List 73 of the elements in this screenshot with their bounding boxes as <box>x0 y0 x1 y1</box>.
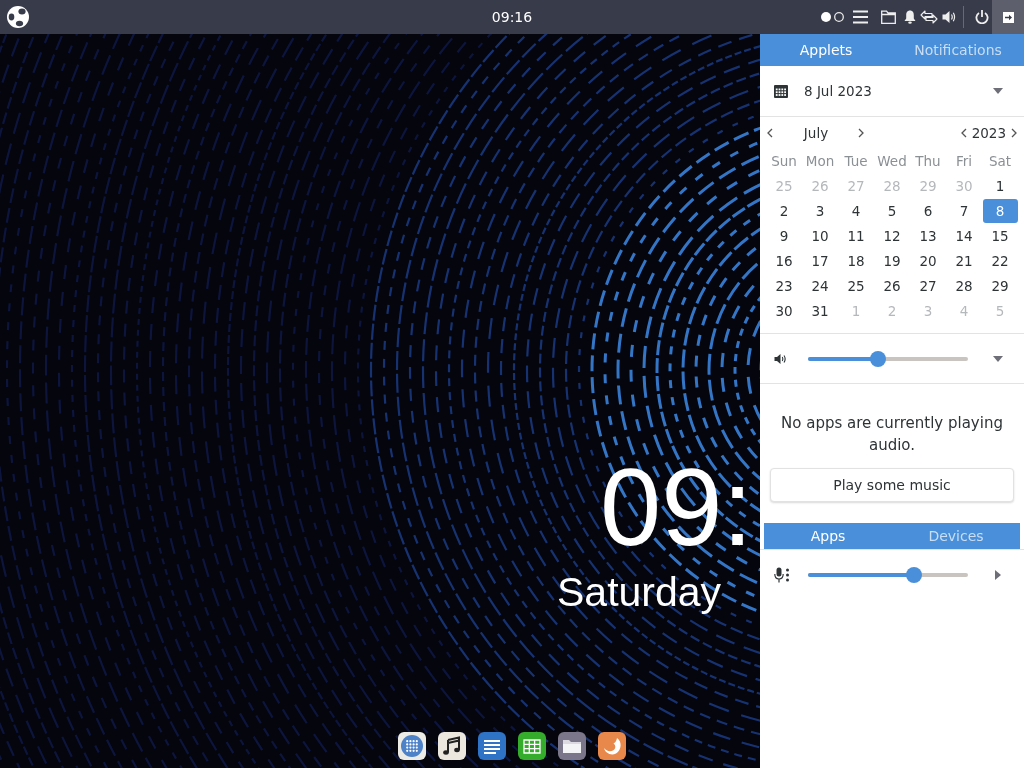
folder-icon[interactable] <box>881 10 896 24</box>
calendar-day[interactable]: 1 <box>982 173 1018 198</box>
calendar-day[interactable]: 14 <box>946 223 982 248</box>
menu-icon[interactable] <box>853 10 868 24</box>
calendar-day[interactable]: 4 <box>838 198 874 223</box>
play-music-button[interactable]: Play some music <box>770 468 1014 502</box>
calendar-day[interactable]: 16 <box>766 248 802 273</box>
chevron-left-icon[interactable] <box>959 127 968 138</box>
calendar-day[interactable]: 7 <box>946 198 982 223</box>
app-grid-icon[interactable] <box>398 732 426 760</box>
calendar-day[interactable]: 19 <box>874 248 910 273</box>
folder-icon[interactable] <box>558 732 586 760</box>
desktop-clock-day: Saturday <box>557 572 722 613</box>
calendar-day[interactable]: 24 <box>802 273 838 298</box>
calendar-day[interactable]: 5 <box>874 198 910 223</box>
caret-down-icon[interactable] <box>993 355 1003 362</box>
workspace-dot-icon[interactable] <box>834 12 844 22</box>
calendar-day[interactable]: 26 <box>874 273 910 298</box>
chevron-left-icon[interactable] <box>766 127 774 138</box>
calendar-day[interactable]: 20 <box>910 248 946 273</box>
music-note-icon[interactable] <box>438 732 466 760</box>
volume-icon[interactable] <box>942 10 956 24</box>
calendar-day[interactable]: 23 <box>766 273 802 298</box>
text-lines-icon[interactable] <box>478 732 506 760</box>
weekday-label: Mon <box>804 151 836 171</box>
clock-label[interactable]: 09:16 <box>491 9 533 25</box>
calendar-day[interactable]: 15 <box>982 223 1018 248</box>
no-audio-message: No apps are currently playing audio. <box>780 413 1004 456</box>
calendar-day[interactable]: 17 <box>802 248 838 273</box>
calendar-day[interactable]: 21 <box>946 248 982 273</box>
panel-toggle-button[interactable] <box>992 0 1024 34</box>
chevron-right-icon[interactable] <box>1010 127 1018 138</box>
transfer-arrows-icon[interactable] <box>920 10 938 24</box>
calendar-day[interactable]: 18 <box>838 248 874 273</box>
slider-thumb[interactable] <box>905 566 922 583</box>
date-label: 8 Jul 2023 <box>804 83 872 99</box>
caret-down-icon[interactable] <box>993 88 1003 94</box>
bell-icon[interactable] <box>904 10 916 24</box>
microphone-icon <box>774 566 790 583</box>
arrow-right-icon <box>1002 11 1014 23</box>
chevron-right-icon[interactable] <box>857 127 865 138</box>
weekday-label: Wed <box>876 151 908 171</box>
spreadsheet-icon[interactable] <box>518 732 546 760</box>
calendar-day[interactable]: 13 <box>910 223 946 248</box>
workspace-dot-icon[interactable] <box>821 12 831 22</box>
calendar-day[interactable]: 28 <box>946 273 982 298</box>
calendar-day[interactable]: 10 <box>802 223 838 248</box>
weekday-label: Sun <box>770 151 798 171</box>
calendar-day[interactable]: 6 <box>910 198 946 223</box>
ball-logo-icon[interactable] <box>7 6 29 28</box>
volume-icon <box>774 352 788 365</box>
slider-thumb[interactable] <box>870 350 887 367</box>
calendar-day[interactable]: 30 <box>766 298 802 323</box>
power-icon[interactable] <box>975 10 989 24</box>
calendar-day[interactable]: 22 <box>982 248 1018 273</box>
year-label: 2023 <box>971 124 1006 141</box>
weekday-label: Tue <box>843 151 869 171</box>
weekday-label: Thu <box>914 151 942 171</box>
calendar-day[interactable]: 3 <box>802 198 838 223</box>
calendar-day[interactable]: 31 <box>802 298 838 323</box>
calendar-icon <box>774 84 788 98</box>
caret-right-icon[interactable] <box>995 569 1001 580</box>
weekday-label: Sat <box>987 151 1013 171</box>
month-label: July <box>802 124 830 141</box>
calendar-day[interactable]: 9 <box>766 223 802 248</box>
calendar-day[interactable]: 29 <box>982 273 1018 298</box>
calendar-day[interactable]: 27 <box>910 273 946 298</box>
calendar-day[interactable]: 25 <box>838 273 874 298</box>
weekday-label: Fri <box>954 151 974 171</box>
calendar-day[interactable]: 2 <box>766 198 802 223</box>
calendar-day[interactable]: 12 <box>874 223 910 248</box>
calendar-day[interactable]: 11 <box>838 223 874 248</box>
fox-icon[interactable] <box>598 732 626 760</box>
